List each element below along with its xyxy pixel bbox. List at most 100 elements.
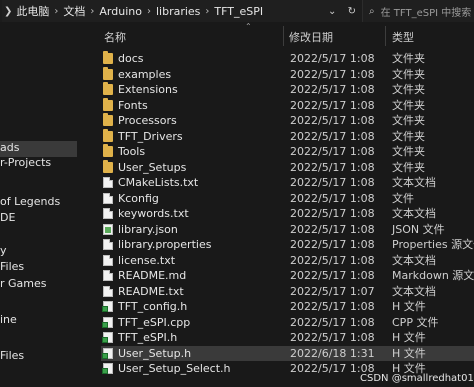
chevron-right-icon[interactable]: ❯ — [4, 6, 12, 17]
file-row[interactable]: keywords.txt 2022/5/17 1:08 文本文档 — [101, 206, 474, 221]
file-date: 2022/5/17 1:08 — [290, 114, 375, 127]
file-row[interactable]: Tools 2022/5/17 1:08 文件夹 — [101, 144, 474, 159]
file-type: 文件夹 — [392, 67, 425, 81]
chevron-down-icon[interactable]: ⌄ — [328, 6, 336, 17]
code-file-icon — [102, 332, 113, 343]
file-row[interactable]: User_Setup.h 2022/6/18 1:31 H 文件 — [101, 345, 474, 361]
file-row[interactable]: README.txt 2022/5/17 1:07 文本文档 — [101, 284, 474, 299]
file-row[interactable]: TFT_Drivers 2022/5/17 1:08 文件夹 — [101, 128, 474, 144]
file-row[interactable]: Kconfig 2022/5/17 1:08 文件 — [101, 191, 474, 206]
file-type: 文件夹 — [392, 83, 425, 96]
text-file-icon — [103, 177, 113, 188]
column-header: ⌃ 名称 修改日期 类型 — [83, 22, 474, 48]
nav-item[interactable]: Files — [0, 348, 77, 364]
nav-item[interactable]: ads — [0, 140, 77, 156]
file-row[interactable]: Fonts 2022/5/17 1:08 文件夹 — [101, 97, 474, 113]
code-file-icon — [102, 363, 113, 374]
file-name: README.txt — [118, 284, 184, 298]
file-name: Extensions — [118, 83, 178, 96]
folder-icon — [103, 97, 113, 111]
code-file-icon — [102, 301, 113, 312]
nav-item[interactable]: r-Projects — [0, 155, 77, 171]
breadcrumb-item[interactable]: Arduino — [99, 5, 142, 18]
json-file-icon — [103, 223, 113, 235]
file-type: JSON 文件 — [392, 222, 445, 236]
breadcrumb-item[interactable]: 文档 — [63, 3, 85, 19]
file-date: 2022/5/17 1:08 — [290, 300, 375, 313]
file-type: 文件夹 — [392, 52, 425, 65]
file-date: 2022/5/17 1:08 — [290, 176, 375, 189]
file-type: 文本文档 — [392, 284, 436, 298]
file-row[interactable]: TFT_eSPI.h 2022/5/17 1:08 H 文件 — [101, 330, 474, 345]
file-date: 2022/5/17 1:07 — [290, 284, 375, 298]
file-row[interactable]: docs 2022/5/17 1:08 文件夹 — [101, 51, 474, 66]
nav-item[interactable]: of Legends — [0, 194, 77, 210]
folder-icon — [103, 82, 113, 95]
file-type: Properties 源文件 — [392, 238, 474, 251]
breadcrumb-item[interactable]: libraries — [156, 5, 200, 18]
column-name-header[interactable]: 名称 — [104, 29, 126, 45]
column-divider[interactable] — [283, 26, 284, 46]
refresh-icon[interactable]: ↻ — [348, 6, 356, 17]
file-row[interactable]: license.txt 2022/5/17 1:08 文本文档 — [101, 253, 474, 268]
nav-item[interactable]: DE — [0, 210, 77, 226]
address-bar: ❯ 此电脑 › 文档 › Arduino › libraries › TFT_eSPI ⌄ ↻ … — [0, 0, 474, 22]
file-date: 2022/6/18 1:31 — [290, 346, 375, 360]
properties-file-icon — [103, 239, 113, 250]
folder-icon — [103, 128, 113, 142]
file-name: TFT_config.h — [118, 300, 188, 313]
chevron-right-icon[interactable]: › — [90, 6, 94, 17]
file-type: 文件 — [392, 191, 414, 205]
file-type: H 文件 — [392, 331, 426, 344]
file-type: H 文件 — [392, 346, 426, 360]
nav-item[interactable]: r Games — [0, 276, 77, 292]
watermark: CSDN @smallredhat01 — [360, 373, 474, 384]
chevron-right-icon[interactable]: › — [54, 6, 58, 17]
file-row[interactable]: TFT_config.h 2022/5/17 1:08 H 文件 — [101, 299, 474, 314]
file-row[interactable]: library.json 2022/5/17 1:08 JSON 文件 — [101, 222, 474, 237]
nav-item[interactable]: ine — [0, 312, 77, 328]
file-type: 文件夹 — [392, 160, 425, 174]
search-box[interactable]: ⌕ 在 TFT_eSPI 中搜索 — [362, 0, 474, 22]
column-divider[interactable] — [385, 26, 386, 46]
folder-icon — [103, 113, 113, 126]
file-date: 2022/5/17 1:08 — [290, 67, 375, 81]
file-type: 文本文档 — [392, 176, 436, 189]
text-file-icon — [103, 285, 113, 297]
markdown-file-icon — [103, 270, 113, 281]
column-date-header[interactable]: 修改日期 — [289, 29, 333, 45]
file-row[interactable]: examples 2022/5/17 1:08 文件夹 — [101, 66, 474, 82]
file-row[interactable]: Extensions 2022/5/17 1:08 文件夹 — [101, 82, 474, 97]
file-row[interactable]: CMakeLists.txt 2022/5/17 1:08 文本文档 — [101, 175, 474, 190]
breadcrumb-item[interactable]: 此电脑 — [16, 3, 49, 19]
file-name: library.json — [118, 222, 178, 236]
file-name: README.md — [118, 269, 187, 282]
file-row[interactable]: User_Setups 2022/5/17 1:08 文件夹 — [101, 159, 474, 175]
address-controls: ⌄ ↻ — [328, 0, 356, 22]
file-icon — [103, 192, 113, 204]
file-date: 2022/5/17 1:08 — [290, 238, 375, 251]
file-type: 文本文档 — [392, 207, 436, 220]
file-name: TFT_eSPI.cpp — [118, 315, 191, 329]
nav-item[interactable]: Files — [0, 259, 77, 275]
file-date: 2022/5/17 1:08 — [290, 52, 375, 65]
file-name: Processors — [118, 114, 177, 127]
file-row[interactable]: TFT_eSPI.cpp 2022/5/17 1:08 CPP 文件 — [101, 315, 474, 330]
chevron-right-icon[interactable]: › — [205, 6, 209, 17]
chevron-right-icon[interactable]: › — [147, 6, 151, 17]
file-type: Markdown 源文件 — [392, 269, 474, 282]
navigation-pane: ads r-Projects of Legends DE y Files r Games in… — [0, 22, 77, 387]
column-type-header[interactable]: 类型 — [392, 29, 414, 45]
search-icon: ⌕ — [369, 5, 375, 17]
file-name: User_Setup.h — [118, 346, 192, 360]
file-row[interactable]: Processors 2022/5/17 1:08 文件夹 — [101, 113, 474, 128]
file-row[interactable]: README.md 2022/5/17 1:08 Markdown 源文件 — [101, 268, 474, 283]
text-file-icon — [103, 208, 113, 219]
file-date: 2022/5/17 1:08 — [290, 269, 375, 282]
nav-item[interactable]: y — [0, 243, 77, 259]
breadcrumb[interactable]: ❯ 此电脑 › 文档 › Arduino › libraries › TFT_eSPI — [2, 0, 350, 22]
file-type: 文件夹 — [392, 114, 425, 127]
file-row[interactable]: library.properties 2022/5/17 1:08 Properti… — [101, 237, 474, 252]
file-name: Fonts — [118, 98, 148, 112]
breadcrumb-item[interactable]: TFT_eSPI — [214, 5, 263, 18]
